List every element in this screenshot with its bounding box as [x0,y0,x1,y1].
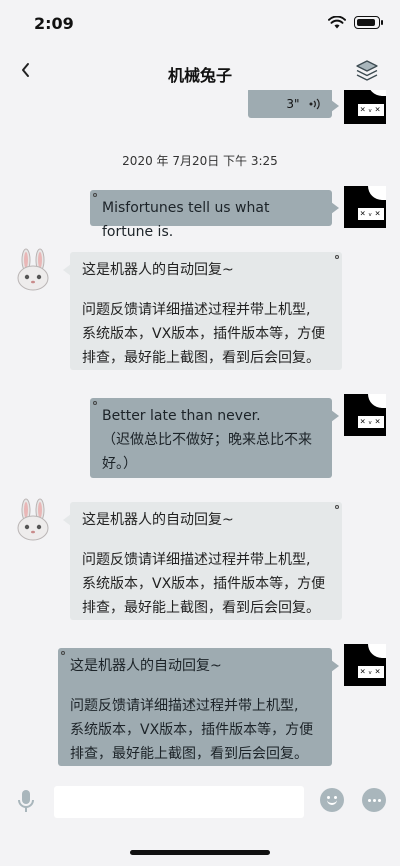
bot-avatar[interactable] [14,248,54,292]
home-indicator[interactable] [130,850,270,855]
avatar[interactable]: ×ᵥ× [344,186,386,228]
message-line: 排查，最好能上截图，看到后会回复。 [82,600,320,616]
message-line: 系统版本，VX版本，插件版本等，方便 [82,326,326,342]
message-line: 排查，最好能上截图，看到后会回复。 [70,746,308,762]
message-line: Better late than never. [102,408,261,424]
message-bubble-outgoing[interactable]: 这是机器人的自动回复~ 问题反馈请详细描述过程并带上机型, 系统版本，VX版本，… [58,648,339,766]
bot-avatar[interactable] [14,498,54,542]
status-bar: 2:09 [0,0,400,44]
message-bubble-outgoing[interactable]: Better late than never. （迟做总比不做好；晚来总比不来 … [90,398,339,478]
message-bubble-outgoing[interactable]: Misfortunes tell us what fortune is. [90,190,339,240]
wifi-icon [328,16,346,29]
voice-duration: 3" [286,97,300,111]
layers-icon [356,60,378,81]
message-text: Misfortunes tell us what fortune is. [102,200,270,240]
voice-wave-icon [309,98,320,110]
message-bubble-incoming[interactable]: 这是机器人的自动回复~ 问题反馈请详细描述过程并带上机型, 系统版本，VX版本，… [63,252,342,370]
input-bar [0,776,400,826]
nav-bar: 机械兔子 [0,44,400,96]
more-button[interactable] [362,788,386,812]
avatar[interactable]: ×ᵥ× [344,90,386,124]
status-time: 2:09 [34,14,74,33]
message-line: 问题反馈请详细描述过程并带上机型, [82,302,311,318]
page-title: 机械兔子 [167,66,232,85]
avatar[interactable]: ×ᵥ× [344,644,386,686]
message-title: 这是机器人的自动回复~ [82,262,234,278]
message-line: （迟做总比不做好；晚来总比不来 [102,432,312,448]
status-icons [328,16,383,29]
timestamp: 2020 年 7月20日 下午 3:25 [122,154,278,168]
battery-icon [354,16,383,29]
voice-message[interactable]: 3" [248,90,339,118]
message-line: 好。） [102,456,137,472]
message-title: 这是机器人的自动回复~ [70,658,222,674]
emoji-button[interactable] [320,788,344,812]
more-icon [367,798,371,802]
avatar[interactable]: ×ᵥ× [344,394,386,436]
message-line: 排查，最好能上截图，看到后会回复。 [82,350,320,366]
message-line: 问题反馈请详细描述过程并带上机型, [70,698,299,714]
message-line: 问题反馈请详细描述过程并带上机型, [82,552,311,568]
message-line: 系统版本，VX版本，插件版本等，方便 [82,576,326,592]
message-title: 这是机器人的自动回复~ [82,512,234,528]
message-input[interactable] [54,786,304,818]
chat-list[interactable]: 3" ×ᵥ× 2020 年 7月20日 下午 3:25 Misfortunes … [0,90,400,770]
voice-input-button[interactable] [14,788,38,814]
message-bubble-incoming[interactable]: 这是机器人的自动回复~ 问题反馈请详细描述过程并带上机型, 系统版本，VX版本，… [63,502,342,620]
layers-button[interactable] [354,58,380,84]
message-line: 系统版本，VX版本，插件版本等，方便 [70,722,314,738]
microphone-icon [18,790,34,812]
